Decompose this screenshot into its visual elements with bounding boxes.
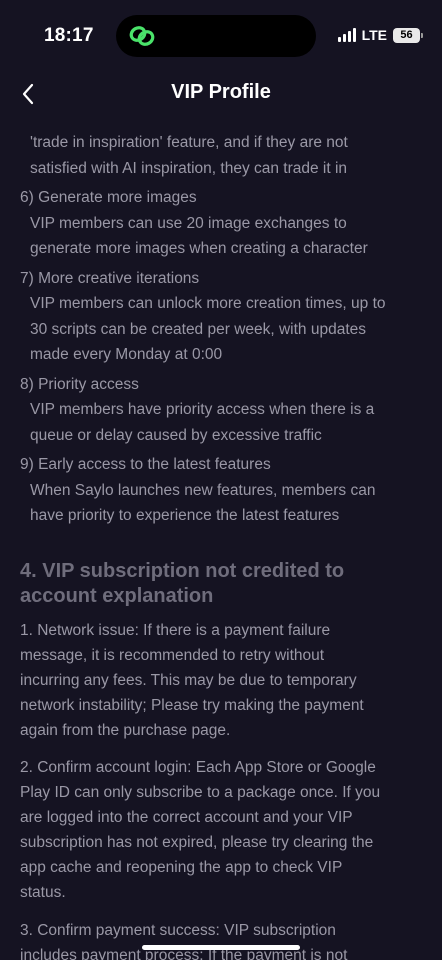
status-bar: 18:17 LTE 56	[0, 0, 442, 72]
text-line: 2. Confirm account login: Each App Store…	[20, 759, 376, 776]
screen: 18:17 LTE 56 VIP Profile 'trade in inspi…	[0, 0, 442, 960]
text-line: subscription has not expired, please try…	[20, 834, 374, 851]
text-line: VIP members can use 20 image exchanges t…	[30, 214, 347, 232]
benefit-title: 9) Early access to the latest features	[20, 456, 271, 473]
text-line: again from the purchase page.	[20, 722, 231, 739]
text-line: 1. Network issue: If there is a payment …	[20, 622, 331, 639]
explanation-paragraph: 2. Confirm account login: Each App Store…	[20, 755, 410, 905]
benefit-title: 8) Priority access	[20, 375, 139, 393]
section-title: 4. VIP subscription not credited to acco…	[20, 559, 420, 609]
text-line: VIP members have priority access when th…	[30, 401, 375, 418]
text-line: generate more images when creating a cha…	[30, 240, 368, 257]
home-indicator[interactable]	[142, 945, 300, 950]
explanation-paragraph: 3. Confirm payment success: VIP subscrip…	[20, 918, 410, 960]
text-line: message, it is recommended to retry with…	[20, 647, 325, 664]
benefit-item: 8) Priority access VIP members have prio…	[0, 372, 442, 449]
text-line: status.	[20, 884, 66, 901]
text-line: satisfied with AI inspiration, they can …	[30, 159, 348, 177]
text-line: are logged into the correct account and …	[20, 809, 353, 826]
benefit-continued: 'trade in inspiration' feature, and if t…	[0, 130, 442, 181]
battery-icon: 56	[393, 27, 423, 43]
benefit-item: 9) Early access to the latest features W…	[0, 452, 442, 529]
content-scroll[interactable]: 'trade in inspiration' feature, and if t…	[0, 130, 442, 529]
text-line: 'trade in inspiration' feature, and if t…	[30, 134, 348, 151]
benefit-item: 6) Generate more images VIP members can …	[0, 185, 442, 262]
battery-level: 56	[400, 29, 413, 41]
dynamic-island	[116, 15, 316, 57]
text-line: incurring any fees. This may be due to t…	[20, 672, 357, 689]
page-title: VIP Profile	[171, 81, 271, 103]
text-line: 30 scripts can be created per week, with…	[30, 320, 367, 338]
link-icon	[129, 26, 155, 46]
benefit-title: 7) More creative iterations	[20, 269, 200, 287]
status-time: 18:17	[44, 25, 94, 46]
section-title-line: account explanation	[20, 585, 214, 607]
cellular-signal-icon	[337, 28, 356, 42]
section-title-line: 4. VIP subscription not credited to	[20, 560, 345, 582]
text-line: network instability; Please try making t…	[20, 697, 364, 714]
benefit-title: 6) Generate more images	[20, 189, 197, 206]
status-indicators: LTE 56	[337, 27, 423, 43]
text-line: app cache and reopening the app to check…	[20, 859, 343, 876]
text-line: When Saylo launches new features, member…	[30, 481, 376, 499]
text-line: Play ID can only subscribe to a package …	[20, 784, 381, 801]
explanation-paragraph: 1. Network issue: If there is a payment …	[20, 618, 410, 743]
network-type: LTE	[361, 27, 387, 43]
text-line: have priority to experience the latest f…	[30, 507, 340, 524]
text-line: made every Monday at 0:00	[30, 346, 223, 363]
text-line: 3. Confirm payment success: VIP subscrip…	[20, 922, 336, 939]
text-line: queue or delay caused by excessive traff…	[30, 426, 322, 444]
nav-bar: VIP Profile	[0, 72, 442, 116]
benefit-item: 7) More creative iterations VIP members …	[0, 266, 442, 368]
text-line: VIP members can unlock more creation tim…	[30, 295, 386, 312]
